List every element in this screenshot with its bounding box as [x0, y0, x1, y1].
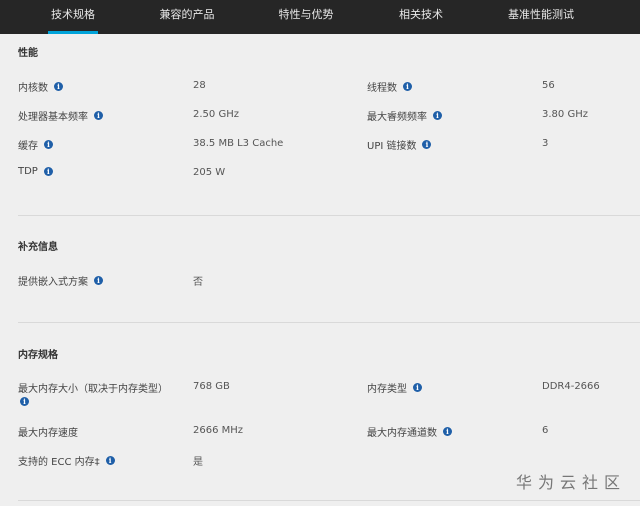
- spec-label-threads: 线程数 i: [367, 79, 412, 94]
- info-icon[interactable]: i: [433, 111, 442, 120]
- spec-label-embedded: 提供嵌入式方案 i: [18, 273, 103, 288]
- spec-value-memory-type: DDR4-2666: [542, 381, 600, 392]
- watermark-text: 华为云社区: [515, 473, 626, 492]
- info-icon[interactable]: i: [403, 82, 412, 91]
- label-text: 处理器基本频率: [18, 112, 88, 123]
- tab-features[interactable]: 特性与优势: [277, 0, 335, 34]
- label-text: 线程数: [367, 83, 397, 94]
- section-title-memory: 内存规格: [18, 350, 58, 361]
- spec-label-max-memory-size: 最大内存大小（取决于内存类型）: [18, 380, 168, 395]
- label-text: 最大内存通道数: [367, 428, 437, 439]
- label-text: 支持的 ECC 内存‡: [18, 457, 100, 468]
- spec-value-max-memory-size: 768 GB: [193, 381, 230, 392]
- info-icon[interactable]: i: [94, 111, 103, 120]
- label-text: TDP: [18, 166, 38, 177]
- spec-label-tdp: TDP i: [18, 166, 53, 177]
- spec-value-threads: 56: [542, 80, 555, 91]
- info-icon[interactable]: i: [443, 427, 452, 436]
- label-text: 内存类型: [367, 384, 407, 395]
- spec-value-upi: 3: [542, 138, 549, 149]
- spec-value-tdp: 205 W: [193, 167, 226, 178]
- spec-label-cores: 内核数 i: [18, 79, 63, 94]
- info-icon[interactable]: i: [20, 397, 29, 406]
- section-title-supplemental: 补充信息: [18, 242, 58, 253]
- info-icon[interactable]: i: [43, 167, 53, 176]
- spec-label-cache: 缓存 i: [18, 137, 53, 152]
- spec-label-upi: UPI 链接数 i: [367, 137, 432, 152]
- spec-label-turbo-frequency: 最大睿频频率 i: [367, 108, 442, 123]
- section-divider: [18, 500, 640, 501]
- spec-value-turbo-frequency: 3.80 GHz: [542, 109, 588, 120]
- section-divider: [18, 322, 640, 323]
- section-title-performance: 性能: [18, 48, 38, 59]
- tab-benchmarks[interactable]: 基准性能测试: [505, 0, 577, 34]
- spec-label-ecc-memory: 支持的 ECC 内存‡ i: [18, 453, 115, 468]
- tab-tech-specs[interactable]: 技术规格: [48, 0, 98, 34]
- label-text: 提供嵌入式方案: [18, 277, 88, 288]
- label-text: 最大睿频频率: [367, 112, 427, 123]
- info-icon[interactable]: i: [44, 140, 53, 149]
- info-icon[interactable]: i: [54, 82, 63, 91]
- info-icon[interactable]: i: [105, 456, 115, 465]
- label-text: 内核数: [18, 83, 48, 94]
- tab-compatible-products[interactable]: 兼容的产品: [155, 0, 219, 34]
- spec-label-memory-type: 内存类型 i: [367, 380, 422, 395]
- info-icon[interactable]: i: [422, 140, 432, 149]
- spec-label-max-memory-speed: 最大内存速度: [18, 424, 78, 439]
- spec-value-embedded: 否: [193, 277, 203, 288]
- spec-value-ecc-memory: 是: [193, 457, 203, 468]
- spec-value-cores: 28: [193, 80, 206, 91]
- spec-label-memory-channels: 最大内存通道数 i: [367, 424, 452, 439]
- info-icon[interactable]: i: [413, 383, 422, 392]
- tab-related-tech[interactable]: 相关技术: [395, 0, 447, 34]
- spec-value-base-frequency: 2.50 GHz: [193, 109, 239, 120]
- spec-value-memory-channels: 6: [542, 425, 549, 436]
- top-navigation: 技术规格 兼容的产品 特性与优势 相关技术 基准性能测试: [0, 0, 640, 34]
- info-icon[interactable]: i: [94, 276, 103, 285]
- label-text: 缓存: [18, 141, 38, 152]
- label-text: 最大内存速度: [18, 428, 78, 439]
- spec-label-base-frequency: 处理器基本频率 i: [18, 108, 103, 123]
- spec-value-cache: 38.5 MB L3 Cache: [193, 138, 284, 149]
- label-text: 最大内存大小（取决于内存类型）: [18, 384, 168, 395]
- spec-value-max-memory-speed: 2666 MHz: [193, 425, 244, 436]
- label-text: UPI 链接数: [367, 141, 417, 152]
- section-divider: [18, 215, 640, 216]
